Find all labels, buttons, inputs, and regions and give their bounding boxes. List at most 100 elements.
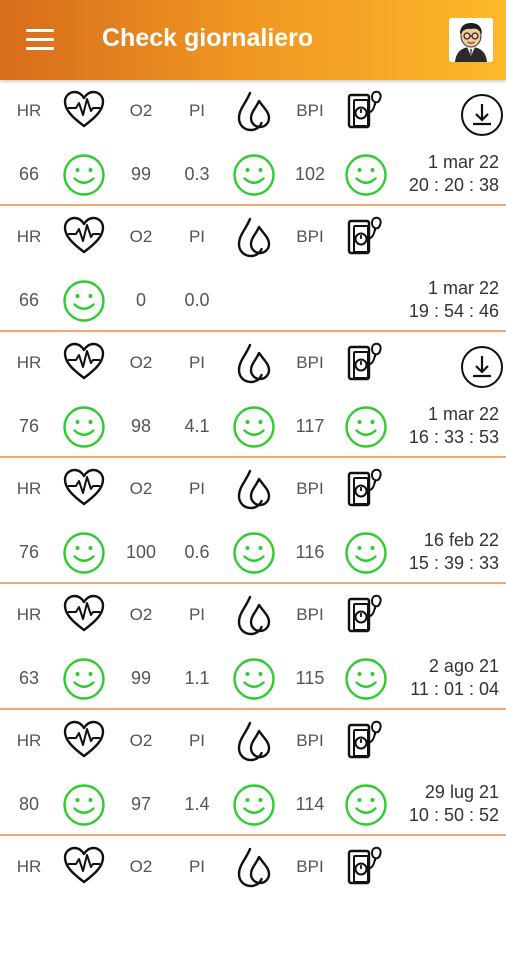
heart-rate-icon <box>62 89 106 129</box>
bpi-label: BPI <box>296 227 324 246</box>
pi-label: PI <box>188 227 206 246</box>
record-date: 2 ago 21 <box>428 656 499 676</box>
bpi-value: 115 <box>295 668 325 688</box>
o2-label: O2 <box>129 731 153 750</box>
hr-value: 66 <box>18 290 40 310</box>
bpi-label: BPI <box>296 353 324 372</box>
record-date: 1 mar 22 <box>427 152 499 172</box>
o2-label: O2 <box>129 479 153 498</box>
measurement-list: HR O2 PI BPI 66 99 0.3 102 1 mar 22 20 : 20 : 3… <box>0 80 506 962</box>
measurement-row[interactable]: HR O2 PI BPI <box>0 836 506 962</box>
measurement-row[interactable]: HR O2 PI BPI 66 99 0.3 102 1 mar 22 20 : 20 : 3… <box>0 80 506 206</box>
download-icon[interactable] <box>460 93 504 137</box>
smiley-face-icon <box>344 531 388 575</box>
smiley-face-icon <box>344 405 388 449</box>
bpi-value: 116 <box>295 542 325 562</box>
blood-pressure-monitor-icon <box>344 215 388 259</box>
bpi-label: BPI <box>296 731 324 750</box>
smiley-face-icon <box>62 657 106 701</box>
o2-value: 97 <box>130 794 152 814</box>
pi-value: 0.0 <box>184 290 210 310</box>
blood-pressure-monitor-icon <box>344 845 388 889</box>
o2-value: 99 <box>130 668 152 688</box>
smiley-face-icon <box>344 657 388 701</box>
record-time: 20 : 20 : 38 <box>408 175 499 195</box>
smiley-face-icon <box>62 153 106 197</box>
record-time: 10 : 50 : 52 <box>408 805 499 825</box>
heart-rate-icon <box>62 593 106 633</box>
hr-label: HR <box>16 605 42 624</box>
heart-rate-icon <box>62 467 106 507</box>
record-date: 1 mar 22 <box>427 278 499 298</box>
record-date: 29 lug 21 <box>424 782 499 802</box>
pi-value: 0.6 <box>184 542 210 562</box>
heart-rate-icon <box>62 719 106 759</box>
measurement-row[interactable]: HR O2 PI BPI 63 99 1.1 115 2 ago 21 11 : 01 : 0… <box>0 584 506 710</box>
hamburger-menu-icon[interactable] <box>26 29 54 51</box>
hr-label: HR <box>16 479 42 498</box>
timestamp: 1 mar 22 19 : 54 : 46 <box>409 277 499 323</box>
smiley-face-icon <box>62 405 106 449</box>
perfusion-drop-icon <box>236 215 272 259</box>
hr-value: 76 <box>18 542 40 562</box>
hr-label: HR <box>16 353 42 372</box>
smiley-face-icon <box>344 153 388 197</box>
perfusion-drop-icon <box>236 89 272 133</box>
hr-value: 80 <box>18 794 40 814</box>
pi-label: PI <box>188 605 206 624</box>
perfusion-drop-icon <box>236 845 272 889</box>
measurement-row[interactable]: HR O2 PI BPI 76 98 4.1 117 1 mar 22 16 : 33 : 5… <box>0 332 506 458</box>
record-time: 15 : 39 : 33 <box>408 553 499 573</box>
blood-pressure-monitor-icon <box>344 467 388 511</box>
bpi-label: BPI <box>296 857 324 876</box>
timestamp: 16 feb 22 15 : 39 : 33 <box>409 529 499 575</box>
smiley-face-icon <box>232 531 276 575</box>
record-date: 1 mar 22 <box>427 404 499 424</box>
record-date: 16 feb 22 <box>423 530 499 550</box>
measurement-row[interactable]: HR O2 PI BPI 80 97 1.4 114 29 lug 21 10 : 50 : … <box>0 710 506 836</box>
bpi-label: BPI <box>296 479 324 498</box>
record-time: 11 : 01 : 04 <box>410 679 499 699</box>
heart-rate-icon <box>62 845 106 885</box>
o2-value: 98 <box>130 416 152 436</box>
perfusion-drop-icon <box>236 467 272 511</box>
blood-pressure-monitor-icon <box>344 89 388 133</box>
o2-label: O2 <box>129 605 153 624</box>
o2-label: O2 <box>129 353 153 372</box>
hr-value: 76 <box>18 416 40 436</box>
perfusion-drop-icon <box>236 593 272 637</box>
doctor-avatar-icon[interactable] <box>449 18 493 62</box>
record-time: 16 : 33 : 53 <box>408 427 499 447</box>
smiley-face-icon <box>232 783 276 827</box>
pi-label: PI <box>188 479 206 498</box>
download-icon[interactable] <box>460 345 504 389</box>
o2-label: O2 <box>129 857 153 876</box>
o2-value: 0 <box>135 290 146 310</box>
hr-label: HR <box>16 857 42 876</box>
pi-label: PI <box>188 857 206 876</box>
page-title: Check giornaliero <box>102 24 314 52</box>
smiley-face-icon <box>62 783 106 827</box>
bpi-label: BPI <box>296 101 324 120</box>
measurement-row[interactable]: HR O2 PI BPI 66 0 0.0 1 mar 22 19 : 54 : 46 <box>0 206 506 332</box>
pi-value: 1.1 <box>184 668 210 688</box>
heart-rate-icon <box>62 341 106 381</box>
perfusion-drop-icon <box>236 719 272 763</box>
bpi-value: 117 <box>295 416 325 436</box>
pi-label: PI <box>188 353 206 372</box>
record-time: 19 : 54 : 46 <box>408 301 499 321</box>
bpi-label: BPI <box>296 605 324 624</box>
bpi-value: 102 <box>294 164 326 184</box>
hr-label: HR <box>16 101 42 120</box>
timestamp: 2 ago 21 11 : 01 : 04 <box>410 655 499 701</box>
measurement-row[interactable]: HR O2 PI BPI 76 100 0.6 116 16 feb 22 15 : 39 :… <box>0 458 506 584</box>
smiley-face-icon <box>232 405 276 449</box>
pi-value: 4.1 <box>184 416 210 436</box>
smiley-face-icon <box>62 531 106 575</box>
smiley-face-icon <box>344 783 388 827</box>
timestamp: 1 mar 22 20 : 20 : 38 <box>409 151 499 197</box>
pi-label: PI <box>188 731 206 750</box>
hr-label: HR <box>16 731 42 750</box>
o2-value: 99 <box>130 164 152 184</box>
heart-rate-icon <box>62 215 106 255</box>
